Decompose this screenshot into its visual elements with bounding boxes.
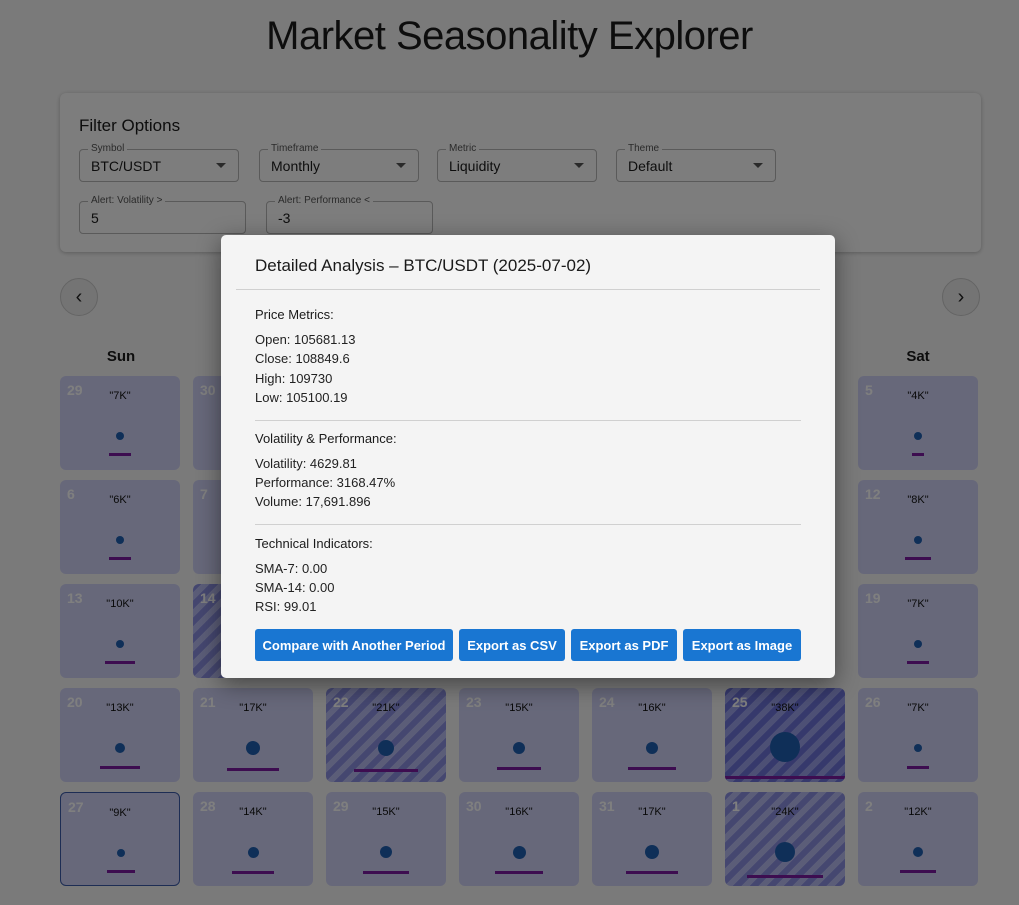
volatility-value: Volatility: 4629.81 (255, 456, 357, 471)
section-divider (255, 420, 801, 421)
price-metrics-header: Price Metrics: (255, 307, 334, 322)
high-value: High: 109730 (255, 371, 333, 386)
modal-divider (236, 289, 820, 290)
sma14-value: SMA-14: 0.00 (255, 580, 335, 595)
section-divider (255, 524, 801, 525)
rsi-value: RSI: 99.01 (255, 599, 317, 614)
detail-modal: Detailed Analysis – BTC/USDT (2025-07-02… (221, 235, 835, 678)
compare-period-button[interactable]: Compare with Another Period (255, 629, 453, 661)
open-value: Open: 105681.13 (255, 332, 356, 347)
export-pdf-button[interactable]: Export as PDF (571, 629, 677, 661)
export-image-button[interactable]: Export as Image (683, 629, 801, 661)
low-value: Low: 105100.19 (255, 390, 348, 405)
volume-value: Volume: 17,691.896 (255, 494, 371, 509)
volatility-performance-header: Volatility & Performance: (255, 431, 397, 446)
close-value: Close: 108849.6 (255, 351, 350, 366)
modal-title: Detailed Analysis – BTC/USDT (2025-07-02… (255, 256, 592, 275)
export-csv-button[interactable]: Export as CSV (459, 629, 565, 661)
sma7-value: SMA-7: 0.00 (255, 561, 328, 576)
technical-indicators-header: Technical Indicators: (255, 536, 373, 551)
performance-value: Performance: 3168.47% (255, 475, 396, 490)
